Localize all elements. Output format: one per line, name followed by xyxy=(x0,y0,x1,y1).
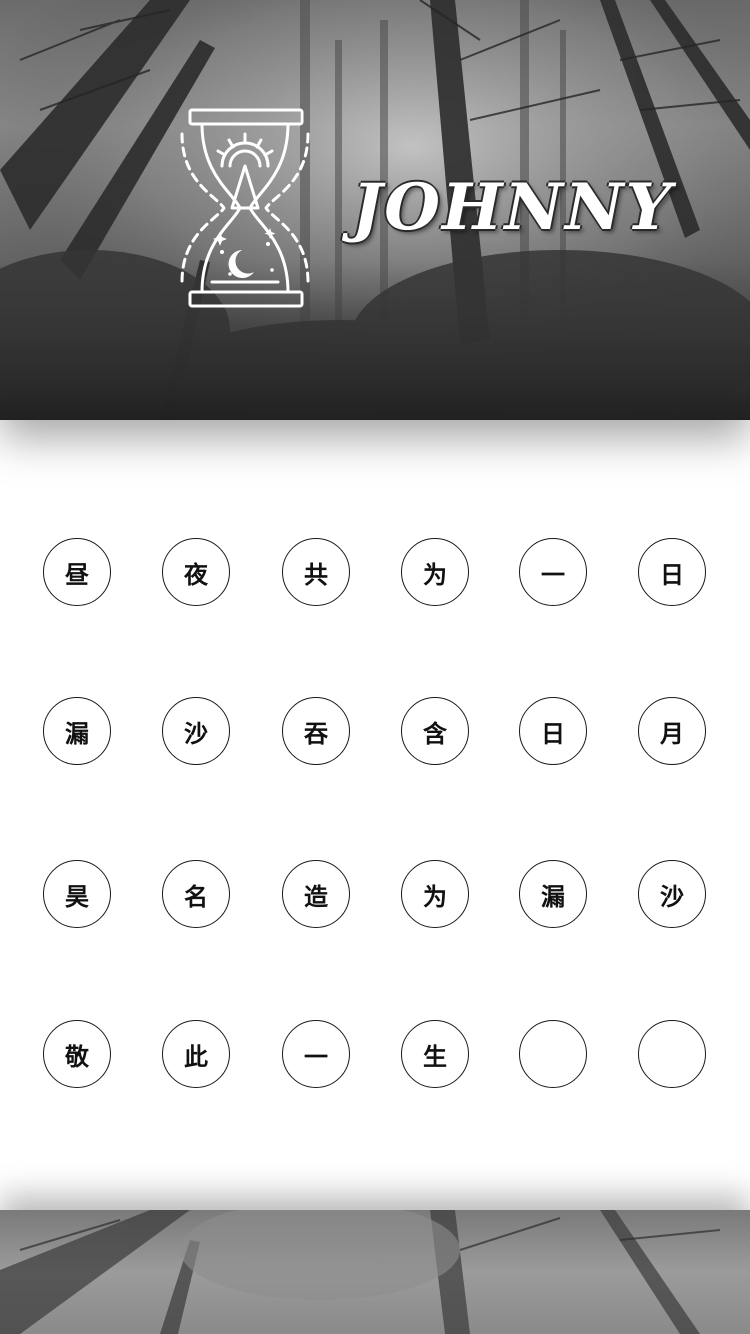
character-cell[interactable]: 昊 xyxy=(43,860,111,928)
character-cell[interactable]: 为 xyxy=(401,538,469,606)
character-cell[interactable]: 造 xyxy=(282,860,350,928)
character-cell[interactable]: 月 xyxy=(638,697,706,765)
character-cell[interactable]: 日 xyxy=(638,538,706,606)
footer-banner xyxy=(0,1210,750,1334)
character-cell[interactable] xyxy=(519,1020,587,1088)
character-cell[interactable]: 名 xyxy=(162,860,230,928)
character-cell[interactable]: 沙 xyxy=(162,697,230,765)
character-cell[interactable]: 沙 xyxy=(638,860,706,928)
character-cell[interactable]: 敬 xyxy=(43,1020,111,1088)
character-cell[interactable] xyxy=(638,1020,706,1088)
character-cell[interactable]: 一 xyxy=(519,538,587,606)
character-cell[interactable]: 共 xyxy=(282,538,350,606)
character-cell[interactable]: 此 xyxy=(162,1020,230,1088)
forest-background-image xyxy=(0,1210,721,1334)
character-grid: 昼夜共为一日漏沙吞含日月昊名造为漏沙敬此一生 xyxy=(0,0,750,1334)
character-cell[interactable]: 日 xyxy=(519,697,587,765)
character-cell[interactable]: 漏 xyxy=(519,860,587,928)
character-cell[interactable]: 为 xyxy=(401,860,469,928)
character-cell[interactable]: 生 xyxy=(401,1020,469,1088)
character-cell[interactable]: 一 xyxy=(282,1020,350,1088)
character-cell[interactable]: 昼 xyxy=(43,538,111,606)
character-cell[interactable]: 漏 xyxy=(43,697,111,765)
app-page: JOHNNY 昼夜共为一日漏沙吞含日月昊名造为漏沙敬此一生 xyxy=(0,0,750,1334)
character-cell[interactable]: 夜 xyxy=(162,538,230,606)
character-cell[interactable]: 吞 xyxy=(282,697,350,765)
character-cell[interactable]: 含 xyxy=(401,697,469,765)
